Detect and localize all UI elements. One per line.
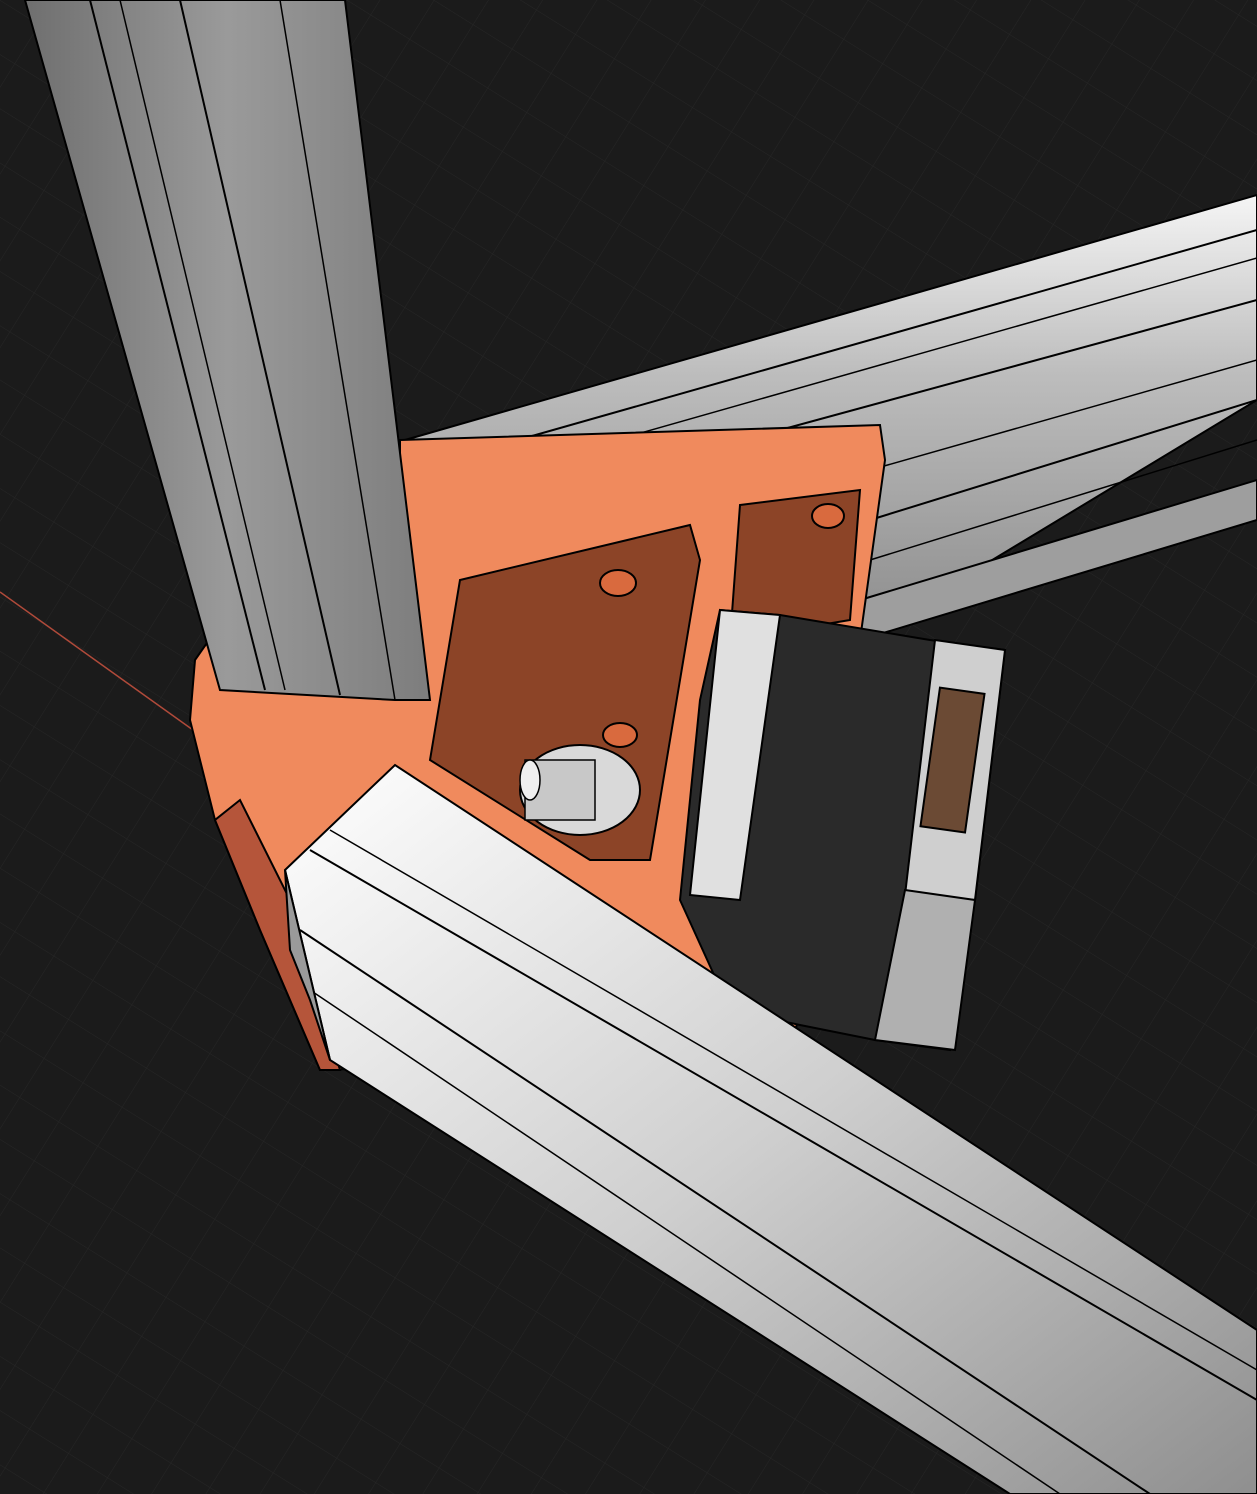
gt2-pulley[interactable] xyxy=(519,744,641,836)
model-canvas[interactable] xyxy=(0,0,1257,1494)
mount-hole xyxy=(602,722,638,748)
cad-viewport[interactable] xyxy=(0,0,1257,1494)
mount-hole xyxy=(811,503,845,529)
mount-hole xyxy=(599,569,637,597)
